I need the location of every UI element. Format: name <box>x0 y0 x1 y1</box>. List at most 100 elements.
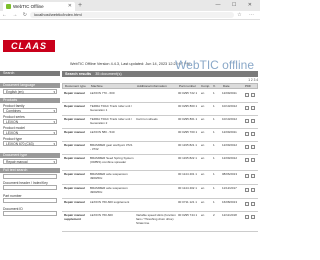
date-cell: 12/09/2011 <box>222 91 237 95</box>
window-controls[interactable]: — ☐ ✕ <box>216 0 257 11</box>
view-document-icon[interactable] <box>251 93 255 97</box>
pdf-icon[interactable] <box>245 119 249 123</box>
part-number-cell: 00 0295 800 1 <box>178 104 198 108</box>
comp-cell: en <box>201 143 205 147</box>
date-cell: 12/11/2018 <box>222 213 237 217</box>
product-family-select[interactable]: Combines ▾ <box>3 108 57 113</box>
date-cell: 12/09/2012 <box>222 156 238 160</box>
table-row[interactable]: Repair manual LEXION 760-600 supplement 00… <box>62 199 258 212</box>
document-type-cell: Repair manual <box>64 91 85 95</box>
browser-tab[interactable]: WebTIC Offline ✕ <box>3 2 75 11</box>
chevron-down-icon: ▾ <box>53 109 55 113</box>
view-document-icon[interactable] <box>251 174 255 178</box>
table-row[interactable]: Repair manual BRAMMER gear warbyoni 3721 … <box>62 142 258 155</box>
product-model-select[interactable]: LEXION ▾ <box>3 130 57 135</box>
product-series-select[interactable]: LEXION ▾ <box>3 119 57 124</box>
version-cell: 1 <box>213 143 215 147</box>
tab-close-icon[interactable]: ✕ <box>68 2 72 11</box>
chevron-down-icon: ▾ <box>53 142 55 146</box>
view-document-icon[interactable] <box>251 215 255 219</box>
chevron-down-icon: ▾ <box>53 131 55 135</box>
browser-menu-icon[interactable]: ☆ ⋯ <box>237 11 257 19</box>
col-date[interactable]: Date <box>223 84 230 89</box>
pdf-icon[interactable] <box>245 106 249 110</box>
comp-cell: en <box>201 172 205 176</box>
version-cell: 1 <box>213 172 215 176</box>
nav-buttons[interactable]: ← → ↻ <box>2 11 29 19</box>
table-row[interactable]: Repair manual LEXION 580 - 540 00 0295 700… <box>62 129 258 142</box>
part-number-cell: 00 1144 401 1 <box>178 172 197 176</box>
url-input[interactable]: localhost/webtic/index.html <box>30 12 234 18</box>
doc-language-select[interactable]: English (en) ▾ <box>3 89 57 94</box>
pdf-icon[interactable] <box>245 202 249 206</box>
app-version-title: WebTIC Offline Version 4.4.3, Last updat… <box>70 62 190 66</box>
pdf-icon[interactable] <box>245 93 249 97</box>
version-cell: 1 <box>213 186 215 190</box>
document-type-cell: Repair manual <box>64 117 85 121</box>
date-cell: 10/10/2012 <box>222 104 238 108</box>
doc-language-header: Document language <box>0 83 60 88</box>
pdf-icon[interactable] <box>245 215 249 219</box>
view-document-icon[interactable] <box>251 202 255 206</box>
products-header: Products <box>0 98 60 103</box>
view-document-icon[interactable] <box>251 145 255 149</box>
pdf-icon[interactable] <box>245 145 249 149</box>
table-row[interactable]: Repair manual BRAMMER Seed Spring System … <box>62 155 258 171</box>
comp-cell: en <box>201 117 205 121</box>
pdf-icon[interactable] <box>245 188 249 192</box>
view-document-icon[interactable] <box>251 132 255 136</box>
document-type-select[interactable]: Repair manual ▾ <box>3 159 57 164</box>
machine-cell: LEXION 760-600 <box>90 213 113 217</box>
doc-header-input[interactable] <box>3 185 57 190</box>
view-document-icon[interactable] <box>251 188 255 192</box>
version-cell: 1 <box>213 91 215 95</box>
table-row[interactable]: Repair manual TERRA TRAC Track roller uni… <box>62 116 258 129</box>
table-row[interactable]: Repair manual BRAMMER axle suspension 490… <box>62 171 258 185</box>
date-cell: 16/08/2013 <box>222 200 238 204</box>
document-type-cell: Repair manual <box>64 130 85 134</box>
comp-cell: en <box>201 213 205 217</box>
part-number-cell: 00 0711 121 1 <box>178 200 197 204</box>
col-version[interactable]: V. <box>213 84 216 89</box>
comp-cell: en <box>201 200 205 204</box>
view-document-icon[interactable] <box>251 158 255 162</box>
table-row[interactable]: Repair manual LEXION 770 - 600 00 0295 722… <box>62 90 258 103</box>
fulltext-header: Full text search <box>0 168 60 173</box>
col-additional-info[interactable]: Additional information <box>137 84 167 89</box>
table-row[interactable]: Repair manual TERRA TRAC Track roller uni… <box>62 103 258 116</box>
product-type-select[interactable]: LEXION 670 (C63) ▾ <box>3 141 57 146</box>
view-document-icon[interactable] <box>251 106 255 110</box>
fulltext-input[interactable] <box>3 174 57 179</box>
new-tab-icon[interactable]: + <box>78 1 82 10</box>
results-title: Search results <box>65 72 92 76</box>
comp-cell: en <box>201 104 205 108</box>
table-row[interactable]: Repair manual supplement LEXION 760-600 Va… <box>62 212 258 232</box>
table-row[interactable]: Repair manual BRAMMER axle suspension 490… <box>62 185 258 199</box>
document-type-cell: Repair manual <box>64 186 85 190</box>
version-cell: 1 <box>213 200 215 204</box>
part-number-cell: 00 1195 821 1 <box>178 143 197 147</box>
machine-cell: TERRA TRAC Track roller unit / Generatio… <box>90 117 132 125</box>
part-number-input[interactable] <box>3 198 57 203</box>
claas-logo: CLAAS <box>3 40 55 52</box>
date-cell: 08/06/2013 <box>222 172 238 176</box>
pdf-icon[interactable] <box>245 158 249 162</box>
part-number-cell: 00 1195 822 1 <box>178 156 197 160</box>
col-machine[interactable]: Machine <box>91 84 103 89</box>
machine-cell: LEXION 760-600 supplement <box>90 200 130 204</box>
col-comp[interactable]: Comp. <box>201 84 210 89</box>
pdf-icon[interactable] <box>245 132 249 136</box>
col-pdf[interactable]: PDF <box>245 84 251 89</box>
machine-cell: LEXION 770 - 600 <box>90 91 115 95</box>
search-header: Search <box>0 71 60 76</box>
machine-cell: LEXION 580 - 540 <box>90 130 115 134</box>
comp-cell: en <box>201 130 205 134</box>
machine-cell: TERRA TRAC Track roller unit / Generatio… <box>90 104 132 112</box>
col-document-type[interactable]: Document type <box>65 84 86 89</box>
version-cell: 1 <box>213 117 215 121</box>
col-part-number[interactable]: Part number <box>179 84 196 89</box>
document-id-input[interactable] <box>3 211 57 216</box>
pdf-icon[interactable] <box>245 174 249 178</box>
chevron-down-icon: ▾ <box>53 120 55 124</box>
view-document-icon[interactable] <box>251 119 255 123</box>
